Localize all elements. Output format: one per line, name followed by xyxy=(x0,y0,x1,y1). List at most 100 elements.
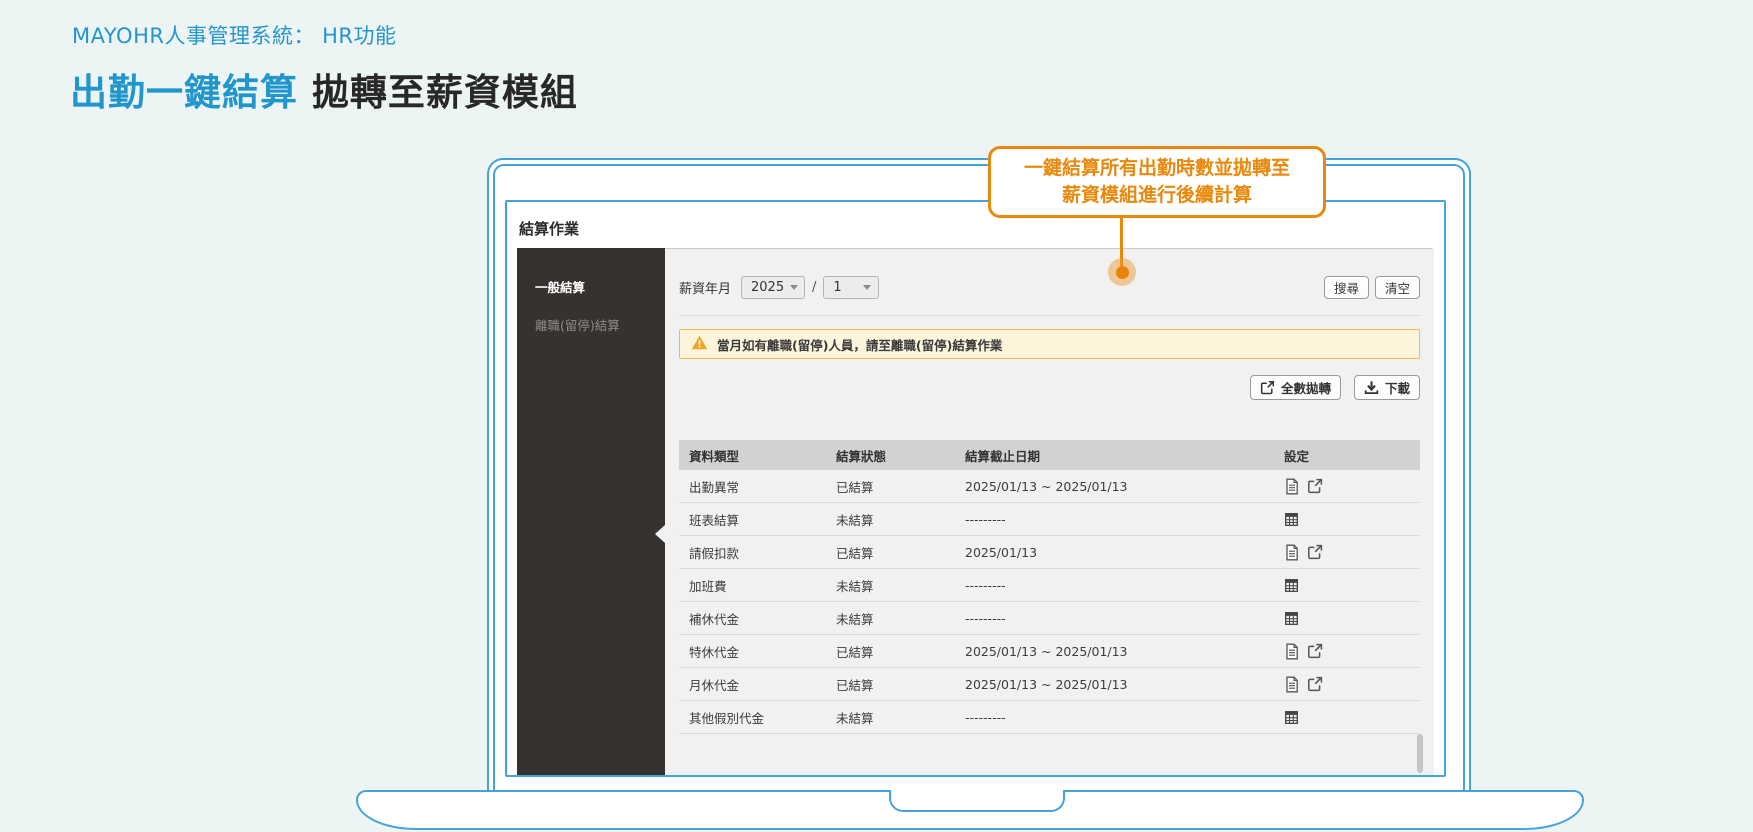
filter-bar: 薪資年月 2025 / 1 搜尋 清空 xyxy=(679,276,1420,299)
export-icon[interactable] xyxy=(1307,676,1323,692)
search-button[interactable]: 搜尋 xyxy=(1323,276,1369,299)
warning-icon xyxy=(691,335,708,354)
annotation-callout: 一鍵結算所有出勤時數並拋轉至 薪資模組進行後續計算 xyxy=(988,146,1326,218)
header-deadline: 結算截止日期 xyxy=(965,448,1041,464)
settings-cell xyxy=(1284,578,1420,593)
closing-table-body: 出勤異常 已結算 2025/01/13 ~ 2025/01/13 班表結算 未結… xyxy=(679,470,1420,734)
transfer-all-button[interactable]: 全數拋轉 xyxy=(1249,375,1341,400)
document-icon[interactable] xyxy=(1284,676,1300,693)
callout-pointer-dot-core xyxy=(1115,265,1129,279)
data-type-cell: 其他假別代金 xyxy=(689,710,765,726)
page: { "page": { "eyebrow": "MAYOHR人事管理系統： HR… xyxy=(0,0,1753,832)
status-cell: 已結算 xyxy=(836,644,874,660)
export-icon[interactable] xyxy=(1307,544,1323,560)
calculator-icon[interactable] xyxy=(1284,578,1299,593)
status-cell: 已結算 xyxy=(836,677,874,693)
header-data-type: 資料類型 xyxy=(689,448,740,464)
settings-cell xyxy=(1284,544,1420,561)
date-separator: / xyxy=(812,280,817,295)
calculator-icon[interactable] xyxy=(1284,512,1299,527)
data-type-cell: 請假扣款 xyxy=(689,545,740,561)
data-type-cell: 出勤異常 xyxy=(689,479,740,495)
download-label: 下載 xyxy=(1384,381,1410,396)
laptop-base xyxy=(356,790,1584,830)
status-cell: 未結算 xyxy=(836,710,874,726)
chevron-down-icon xyxy=(790,285,799,290)
deadline-cell: 2025/01/13 ~ 2025/01/13 xyxy=(965,643,1128,659)
page-title-rest: 拋轉至薪資模組 xyxy=(298,71,578,114)
status-cell: 已結算 xyxy=(836,545,874,561)
app-window-title: 結算作業 xyxy=(519,219,580,238)
callout-line1: 一鍵結算所有出勤時數並拋轉至 xyxy=(1023,157,1290,179)
settings-cell xyxy=(1284,710,1420,725)
deadline-cell: 2025/01/13 ~ 2025/01/13 xyxy=(965,676,1128,692)
deadline-cell: --------- xyxy=(965,511,1006,527)
document-icon[interactable] xyxy=(1284,643,1300,660)
document-icon[interactable] xyxy=(1284,544,1300,561)
status-cell: 未結算 xyxy=(836,611,874,627)
settings-cell xyxy=(1284,512,1420,527)
app-window: 結算作業 一般結算 離職(留停)結算 薪資年月 2025 / 1 搜尋 清空 當… xyxy=(505,200,1446,777)
sidebar-item-resigned-closing[interactable]: 離職(留停)結算 xyxy=(517,305,665,343)
table-row: 其他假別代金 未結算 --------- xyxy=(679,701,1420,734)
year-select-value: 2025 xyxy=(751,280,785,295)
data-type-cell: 特休代金 xyxy=(689,644,740,660)
header-settings: 設定 xyxy=(1284,448,1310,464)
data-type-cell: 班表結算 xyxy=(689,512,740,528)
callout-pointer-dot xyxy=(1108,258,1136,286)
year-select[interactable]: 2025 xyxy=(741,276,806,299)
data-type-cell: 加班費 xyxy=(689,578,727,594)
table-row: 請假扣款 已結算 2025/01/13 xyxy=(679,536,1420,569)
status-cell: 未結算 xyxy=(836,512,874,528)
deadline-cell: 2025/01/13 ~ 2025/01/13 xyxy=(965,478,1128,494)
table-row: 班表結算 未結算 --------- xyxy=(679,503,1420,536)
data-type-cell: 月休代金 xyxy=(689,677,740,693)
closing-table: 資料類型 結算狀態 結算截止日期 設定 出勤異常 已結算 2025/01/13 … xyxy=(679,440,1420,734)
clear-button[interactable]: 清空 xyxy=(1374,276,1420,299)
document-icon[interactable] xyxy=(1284,478,1300,495)
notice-banner: 當月如有離職(留停)人員，請至離職(留停)結算作業 xyxy=(679,329,1420,359)
table-row: 加班費 未結算 --------- xyxy=(679,569,1420,602)
export-icon[interactable] xyxy=(1307,643,1323,659)
table-header-row: 資料類型 結算狀態 結算截止日期 設定 xyxy=(679,440,1420,470)
header-status: 結算狀態 xyxy=(836,448,887,464)
sidebar-item-general-closing[interactable]: 一般結算 xyxy=(517,248,665,305)
table-row: 出勤異常 已結算 2025/01/13 ~ 2025/01/13 xyxy=(679,470,1420,503)
status-cell: 已結算 xyxy=(836,479,874,495)
download-button[interactable]: 下載 xyxy=(1353,375,1420,400)
main-content: 薪資年月 2025 / 1 搜尋 清空 當月如有離職(留停)人員，請至離職(留停… xyxy=(665,248,1434,775)
settings-cell xyxy=(1284,478,1420,495)
table-row: 補休代金 未結算 --------- xyxy=(679,602,1420,635)
page-title-highlight: 出勤一鍵結算 xyxy=(70,71,298,114)
month-select[interactable]: 1 xyxy=(823,276,880,299)
status-cell: 未結算 xyxy=(836,578,874,594)
deadline-cell: --------- xyxy=(965,610,1006,626)
export-icon[interactable] xyxy=(1307,478,1323,494)
deadline-cell: 2025/01/13 xyxy=(965,544,1038,560)
settings-cell xyxy=(1284,643,1420,660)
scrollbar[interactable] xyxy=(1417,734,1423,773)
action-bar: 全數拋轉 下載 xyxy=(679,375,1420,400)
active-item-notch xyxy=(655,525,665,543)
calculator-icon[interactable] xyxy=(1284,611,1299,626)
deadline-cell: --------- xyxy=(965,577,1006,593)
notice-text: 當月如有離職(留停)人員，請至離職(留停)結算作業 xyxy=(717,337,1003,353)
transfer-all-label: 全數拋轉 xyxy=(1280,381,1331,396)
export-icon xyxy=(1260,380,1275,395)
month-select-value: 1 xyxy=(833,280,842,295)
laptop-hinge-notch xyxy=(889,790,1065,812)
app-body: 一般結算 離職(留停)結算 薪資年月 2025 / 1 搜尋 清空 當月如有離職… xyxy=(507,248,1444,775)
table-row: 特休代金 已結算 2025/01/13 ~ 2025/01/13 xyxy=(679,635,1420,668)
deadline-cell: --------- xyxy=(965,709,1006,725)
table-row: 月休代金 已結算 2025/01/13 ~ 2025/01/13 xyxy=(679,668,1420,701)
page-title: 出勤一鍵結算 拋轉至薪資模組 xyxy=(70,62,578,116)
section-divider xyxy=(679,315,1420,316)
breadcrumb: MAYOHR人事管理系統： HR功能 xyxy=(72,24,397,48)
settings-cell xyxy=(1284,676,1420,693)
callout-line2: 薪資模組進行後續計算 xyxy=(1061,184,1252,206)
chevron-down-icon xyxy=(863,285,872,290)
salary-month-label: 薪資年月 xyxy=(679,282,732,297)
calculator-icon[interactable] xyxy=(1284,710,1299,725)
settings-cell xyxy=(1284,611,1420,626)
sidebar: 一般結算 離職(留停)結算 xyxy=(517,248,665,775)
